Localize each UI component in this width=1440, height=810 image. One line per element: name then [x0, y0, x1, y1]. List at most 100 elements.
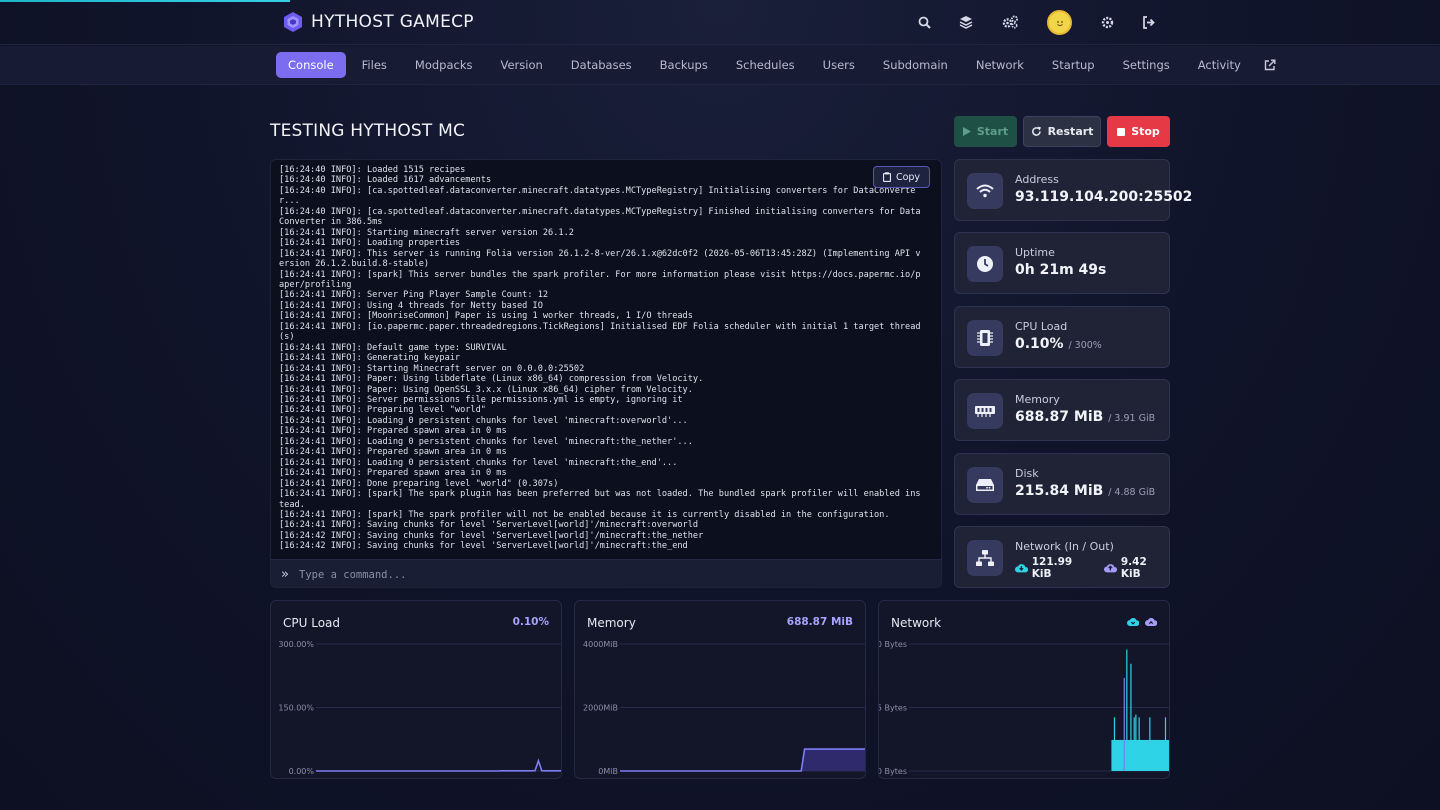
network-out-bar [1123, 677, 1125, 771]
copy-button[interactable]: Copy [873, 166, 930, 188]
cloud-download-icon [1015, 564, 1028, 573]
console-panel: [16:24:40 INFO]: Loaded 1515 recipes [16:… [270, 159, 942, 588]
tab-backups[interactable]: Backups [648, 52, 720, 78]
tab-databases[interactable]: Databases [559, 52, 644, 78]
disk-value: 215.84 MiB / 4.88 GiB [1015, 483, 1155, 499]
tab-settings[interactable]: Settings [1111, 52, 1182, 78]
prompt-chevron-icon: » [281, 567, 289, 582]
start-button[interactable]: Start [954, 116, 1017, 147]
console-line: [16:24:41 INFO]: Starting minecraft serv… [279, 227, 574, 238]
cpu-value: 0.10% / 300% [1015, 336, 1102, 352]
tab-subdomain[interactable]: Subdomain [871, 52, 960, 78]
stat-memory: Memory 688.87 MiB / 3.91 GiB [954, 379, 1170, 441]
y-tick-label: 4000MiB [583, 640, 618, 649]
console-line: [16:24:41 INFO]: Server permissions file… [279, 394, 683, 405]
tab-schedules[interactable]: Schedules [724, 52, 807, 78]
y-tick-label: 225 Bytes [879, 704, 907, 713]
stop-icon [1117, 127, 1126, 136]
console-line: [16:24:41 INFO]: Preparing level "world" [279, 405, 486, 416]
console-line: [16:24:41 INFO]: Loading 0 persistent ch… [279, 415, 688, 426]
disk-limit: / 4.88 GiB [1108, 487, 1156, 498]
console-line: [16:24:41 INFO]: Done preparing level "w… [279, 478, 559, 489]
y-tick-label: 0 Bytes [879, 767, 907, 776]
tab-console[interactable]: Console [276, 52, 346, 78]
console-line: [16:24:41 INFO]: [spark] The spark profi… [279, 509, 890, 520]
search-icon[interactable] [913, 11, 935, 33]
top-header: HYTHOST GAMECP [0, 0, 1440, 45]
network-chart: 450 Bytes 225 Bytes 0 Bytes Network [878, 600, 1170, 779]
stat-address: Address 93.119.104.200:25502 [954, 159, 1192, 221]
clipboard-icon [882, 172, 891, 182]
console-line: [16:24:41 INFO]: Starting Minecraft serv… [279, 363, 585, 374]
command-bar: » [271, 559, 941, 587]
memory-chart: 4000MiB 2000MiB 0MiB Memory 688.87 MiB [574, 600, 866, 779]
stat-network: Network (In / Out) 121.99 KiB 9.42 KiB [954, 526, 1170, 588]
console-line: [16:24:41 INFO]: [spark] This server bun… [279, 269, 921, 290]
avatar[interactable] [1047, 10, 1072, 35]
uptime-value: 0h 21m 49s [1015, 262, 1107, 278]
start-label: Start [976, 125, 1009, 138]
disk-current: 215.84 MiB [1015, 483, 1104, 499]
network-out: 9.42 KiB [1104, 556, 1169, 580]
console-line: [16:24:41 INFO]: [MoonriseCommon] Paper … [279, 311, 693, 322]
network-in-value: 121.99 KiB [1031, 556, 1073, 580]
cpu-limit: / 300% [1068, 340, 1102, 351]
tab-network[interactable]: Network [964, 52, 1036, 78]
command-input[interactable] [299, 565, 919, 585]
disk-icon [967, 467, 1003, 503]
y-tick-label: 450 Bytes [879, 640, 907, 649]
address-label: Address [1015, 173, 1059, 186]
layers-icon[interactable] [955, 11, 977, 33]
memory-chart-title: Memory [587, 616, 636, 630]
address-value[interactable]: 93.119.104.200:25502 [1015, 189, 1192, 205]
console-line: [16:24:41 INFO]: Prepared spawn area in … [279, 426, 507, 437]
network-in-bar [1168, 739, 1169, 771]
stop-button[interactable]: Stop [1107, 116, 1170, 147]
restart-icon [1031, 126, 1041, 136]
tab-modpacks[interactable]: Modpacks [403, 52, 485, 78]
cloud-upload-icon [1104, 564, 1117, 573]
play-icon [962, 127, 971, 136]
stat-uptime: Uptime 0h 21m 49s [954, 232, 1170, 294]
tab-startup[interactable]: Startup [1040, 52, 1107, 78]
y-tick-label: 2000MiB [583, 704, 618, 713]
console-line: [16:24:40 INFO]: [ca.spottedleaf.datacon… [279, 185, 916, 207]
console-line: [16:24:41 INFO]: Loading 0 persistent ch… [279, 457, 678, 468]
console-line: [16:24:41 INFO]: [io.papermc.paper.threa… [279, 321, 921, 343]
tab-files[interactable]: Files [350, 52, 399, 78]
network-in: 121.99 KiB [1015, 556, 1094, 580]
memory-icon [967, 393, 1003, 429]
console-line: [16:24:41 INFO]: [spark] The spark plugi… [279, 489, 921, 510]
console-line: [16:24:40 INFO]: Loaded 1515 recipes [279, 165, 466, 175]
disk-label: Disk [1015, 467, 1039, 480]
y-tick-label: 0.00% [289, 767, 315, 776]
server-title: TESTING HYTHOST MC [270, 121, 466, 141]
stop-label: Stop [1131, 125, 1160, 138]
console-line: [16:24:41 INFO]: This server is running … [279, 248, 921, 270]
wifi-icon [967, 173, 1003, 209]
gear-icon[interactable] [1096, 11, 1118, 33]
external-link-icon[interactable] [1257, 52, 1283, 78]
cpu-icon [967, 320, 1003, 356]
stat-disk: Disk 215.84 MiB / 4.88 GiB [954, 453, 1170, 515]
tab-version[interactable]: Version [489, 52, 555, 78]
logout-icon[interactable] [1138, 11, 1160, 33]
restart-button[interactable]: Restart [1023, 116, 1101, 147]
memory-current: 688.87 MiB [1015, 409, 1104, 425]
console-line: [16:24:40 INFO]: Loaded 1617 advancement… [279, 175, 492, 186]
tab-activity[interactable]: Activity [1186, 52, 1253, 78]
legend-download-icon [1127, 618, 1139, 626]
tab-users[interactable]: Users [811, 52, 867, 78]
console-line: [16:24:41 INFO]: Generating keypair [279, 353, 461, 364]
console-line: [16:24:41 INFO]: Loading 0 persistent ch… [279, 436, 693, 447]
memory-value: 688.87 MiB / 3.91 GiB [1015, 409, 1155, 425]
console-line: [16:24:41 INFO]: Saving chunks for level… [279, 520, 699, 531]
clock-icon [967, 246, 1003, 282]
stat-cpu: CPU Load 0.10% / 300% [954, 306, 1170, 368]
nav-tabs: Console Files Modpacks Version Databases… [276, 52, 1287, 78]
memory-chart-current: 688.87 MiB [786, 616, 853, 628]
network-chart-title: Network [891, 616, 942, 630]
cogs-icon[interactable] [999, 11, 1021, 33]
console-line: [16:24:41 INFO]: Paper: Using OpenSSL 3.… [279, 384, 693, 395]
y-tick-label: 150.00% [278, 704, 314, 713]
